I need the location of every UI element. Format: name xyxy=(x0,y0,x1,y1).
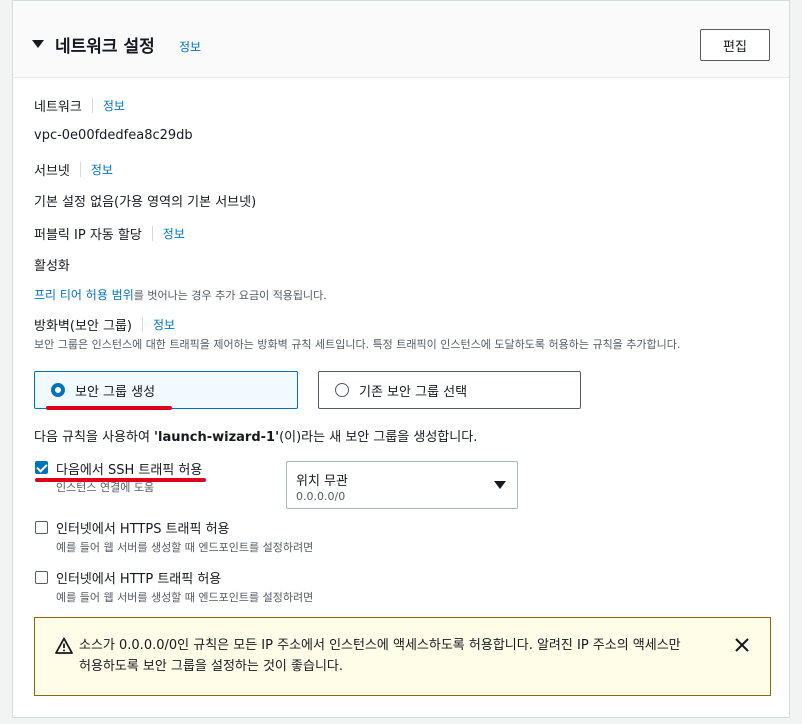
network-label: 네트워크 xyxy=(34,100,82,115)
http-checkbox[interactable] xyxy=(35,571,48,584)
panel-title: 네트워크 설정 xyxy=(55,37,155,57)
free-tier-text: 를 벗어나는 경우 추가 요금이 적용됩니다. xyxy=(133,289,327,302)
ssh-source-title: 위치 무관 xyxy=(296,474,348,489)
network-label-row: 네트워크 정보 xyxy=(34,96,125,115)
free-tier-note: 프리 티어 허용 범위를 벗어나는 경우 추가 요금이 적용됩니다. xyxy=(34,286,327,303)
public-ip-value: 활성화 xyxy=(34,259,70,274)
ssh-source-select[interactable]: 위치 무관 0.0.0.0/0 xyxy=(286,461,518,509)
firewall-label-row: 방화벽(보안 그룹) 정보 xyxy=(34,315,175,334)
ssh-label: 다음에서 SSH 트래픽 허용 xyxy=(56,463,203,478)
close-icon[interactable] xyxy=(733,636,751,654)
collapse-caret-icon[interactable] xyxy=(32,40,44,48)
warning-alert: 소스가 0.0.0.0/0인 규칙은 모든 IP 주소에서 인스턴스에 액세스하… xyxy=(34,617,771,696)
divider xyxy=(79,162,81,177)
warning-text: 소스가 0.0.0.0/0인 규칙은 모든 IP 주소에서 인스턴스에 액세스하… xyxy=(79,638,681,674)
https-sub: 예를 들어 웹 서버를 생성할 때 엔드포인트를 설정하려면 xyxy=(56,541,314,554)
ssh-checkbox[interactable] xyxy=(35,461,48,474)
http-label: 인터넷에서 HTTP 트래픽 허용 xyxy=(56,572,222,587)
annotation-underline xyxy=(46,406,172,410)
chevron-down-icon[interactable] xyxy=(494,481,506,489)
annotation-underline xyxy=(35,478,206,482)
radio-selected-icon[interactable] xyxy=(51,383,65,397)
network-info-link[interactable]: 정보 xyxy=(103,97,125,114)
network-value: vpc-0e00fdedfea8c29db xyxy=(34,128,193,143)
firewall-description: 보안 그룹은 인스턴스에 대한 트래픽을 제어하는 방화벽 규칙 세트입니다. … xyxy=(34,338,681,351)
panel-header: 네트워크 설정 정보 편집 xyxy=(13,1,789,78)
divider xyxy=(91,98,93,113)
subnet-value: 기본 설정 없음(가용 영역의 기본 서브넷) xyxy=(34,195,257,210)
security-group-rule-text: 다음 규칙을 사용하여 'launch-wizard-1'(이)라는 새 보안 … xyxy=(34,426,477,445)
edit-button[interactable]: 편집 xyxy=(700,29,770,61)
public-ip-label-row: 퍼블릭 IP 자동 할당 정보 xyxy=(34,224,185,243)
ssh-source-sub: 0.0.0.0/0 xyxy=(296,490,346,503)
free-tier-link[interactable]: 프리 티어 허용 범위 xyxy=(34,288,134,302)
http-sub: 예를 들어 웹 서버를 생성할 때 엔드포인트를 설정하려면 xyxy=(56,591,314,604)
create-security-group-option[interactable]: 보안 그룹 생성 xyxy=(34,371,298,409)
https-checkbox[interactable] xyxy=(35,521,48,534)
https-label: 인터넷에서 HTTPS 트래픽 허용 xyxy=(56,522,230,537)
warning-icon xyxy=(55,637,73,654)
rule-text-after: (이)라는 새 보안 그룹을 생성합니다. xyxy=(279,430,478,445)
network-settings-panel: 네트워크 설정 정보 편집 네트워크 정보 vpc-0e00fdedfea8c2… xyxy=(12,0,790,718)
create-security-group-label: 보안 그룹 생성 xyxy=(75,384,156,400)
rule-text-before: 다음 규칙을 사용하여 xyxy=(34,430,155,445)
firewall-label: 방화벽(보안 그룹) xyxy=(34,319,132,334)
radio-unselected-icon[interactable] xyxy=(335,383,349,397)
subnet-label-row: 서브넷 정보 xyxy=(34,160,113,179)
select-existing-security-group-label: 기존 보안 그룹 선택 xyxy=(359,384,468,400)
subnet-info-link[interactable]: 정보 xyxy=(91,161,113,178)
divider xyxy=(151,226,153,241)
rule-text-name: 'launch-wizard-1' xyxy=(154,430,280,445)
select-existing-security-group-option[interactable]: 기존 보안 그룹 선택 xyxy=(318,371,581,409)
public-ip-label: 퍼블릭 IP 자동 할당 xyxy=(34,228,142,243)
subnet-label: 서브넷 xyxy=(34,164,70,179)
divider xyxy=(142,317,143,332)
header-info-link[interactable]: 정보 xyxy=(179,38,201,55)
firewall-info-link[interactable]: 정보 xyxy=(153,316,175,333)
public-ip-info-link[interactable]: 정보 xyxy=(163,225,185,242)
